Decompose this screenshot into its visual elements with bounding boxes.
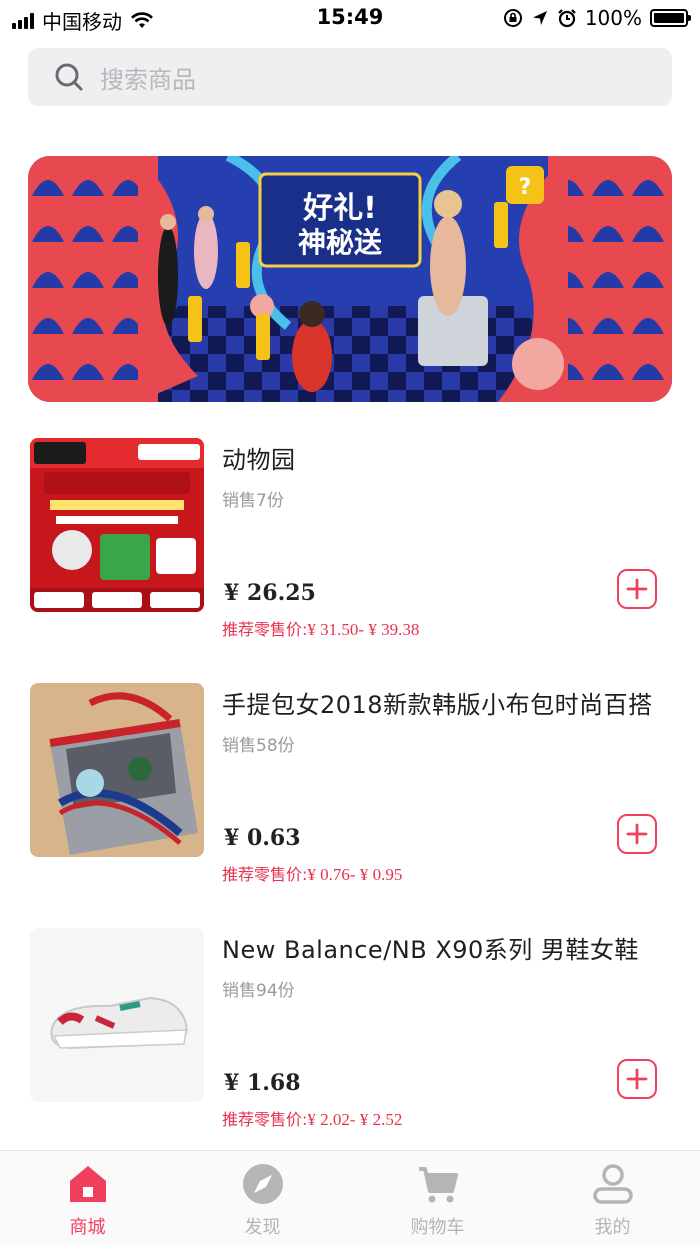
add-to-cart-button[interactable] — [617, 814, 657, 854]
product-item[interactable]: New Balance/NB X90系列 男鞋女鞋 销售94份 ¥ 1.68 推… — [0, 928, 700, 1129]
retail-range: ¥ 2.02- ¥ 2.52 — [307, 1110, 403, 1129]
product-title: 动物园 — [222, 446, 296, 474]
profile-icon — [593, 1164, 633, 1204]
search-input[interactable]: 搜索商品 — [100, 60, 196, 95]
plus-icon — [626, 823, 648, 845]
product-title: New Balance/NB X90系列 男鞋女鞋 — [222, 936, 639, 964]
status-bar: 中国移动 15:49 100% — [0, 0, 700, 36]
battery-percent: 100% — [584, 6, 642, 30]
banner-image: 好礼! 神秘送 ? — [28, 156, 672, 402]
plus-icon — [626, 1068, 648, 1090]
product-price: ¥ 1.68 — [224, 1070, 301, 1096]
plus-icon — [626, 578, 648, 600]
product-item[interactable]: 动物园 销售7份 ¥ 26.25 推荐零售价:¥ 31.50- ¥ 39.38 — [0, 438, 700, 639]
tab-label: 我的 — [594, 1217, 631, 1238]
svg-text:?: ? — [519, 175, 532, 200]
location-icon — [532, 11, 547, 25]
product-item[interactable]: 手提包女2018新款韩版小布包时尚百搭 销售58份 ¥ 0.63 推荐零售价:¥… — [0, 683, 700, 884]
retail-range: ¥ 31.50- ¥ 39.38 — [307, 620, 420, 639]
retail-label: 推荐零售价: — [222, 620, 308, 639]
product-image — [30, 438, 204, 612]
product-title: 手提包女2018新款韩版小布包时尚百搭 — [222, 691, 653, 719]
svg-text:神秘送: 神秘送 — [298, 226, 382, 259]
product-retail-price: 推荐零售价:¥ 2.02- ¥ 2.52 — [222, 1106, 402, 1130]
home-icon — [70, 1166, 106, 1202]
tab-cart[interactable]: 购物车 — [350, 1151, 525, 1245]
svg-text:好礼!: 好礼! — [302, 191, 377, 226]
rotation-lock-icon — [503, 9, 522, 27]
product-image — [30, 683, 204, 857]
product-retail-price: 推荐零售价:¥ 0.76- ¥ 0.95 — [222, 861, 402, 885]
promo-banner[interactable]: 好礼! 神秘送 ? — [28, 156, 672, 402]
tab-label: 发现 — [244, 1217, 281, 1238]
product-image — [30, 928, 204, 1102]
bottom-tab-bar: 商城 发现 购物车 我的 — [0, 1150, 700, 1245]
product-retail-price: 推荐零售价:¥ 31.50- ¥ 39.38 — [222, 616, 419, 640]
product-price: ¥ 0.63 — [224, 825, 301, 851]
tab-label: 商城 — [69, 1217, 106, 1238]
battery-icon — [650, 9, 691, 27]
retail-label: 推荐零售价: — [222, 865, 308, 884]
search-bar[interactable]: 搜索商品 — [28, 48, 672, 106]
alarm-icon — [558, 9, 576, 28]
product-sales: 销售7份 — [222, 491, 284, 511]
product-sales: 销售58份 — [222, 736, 295, 756]
product-price: ¥ 26.25 — [224, 580, 316, 606]
tab-profile[interactable]: 我的 — [525, 1151, 700, 1245]
compass-icon — [243, 1164, 283, 1204]
product-sales: 销售94份 — [222, 981, 295, 1001]
add-to-cart-button[interactable] — [617, 569, 657, 609]
retail-label: 推荐零售价: — [222, 1110, 308, 1129]
tab-discover[interactable]: 发现 — [175, 1151, 350, 1245]
add-to-cart-button[interactable] — [617, 1059, 657, 1099]
tab-label: 购物车 — [410, 1217, 465, 1238]
retail-range: ¥ 0.76- ¥ 0.95 — [307, 865, 403, 884]
status-right: 100% — [503, 6, 691, 30]
tab-home[interactable]: 商城 — [0, 1151, 175, 1245]
cart-icon — [419, 1167, 458, 1203]
search-icon — [55, 63, 83, 91]
